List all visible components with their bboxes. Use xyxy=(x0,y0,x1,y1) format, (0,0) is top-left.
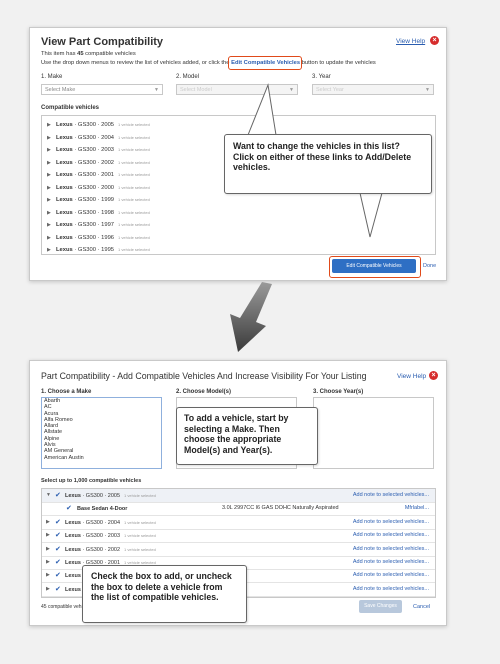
vehicle-row[interactable]: ▶ ✔ Lexus · GS300 · 2003 1 vehicle selected… xyxy=(42,529,435,544)
choose-model-label: 2. Choose Model(s) xyxy=(176,389,232,395)
expand-triangle-icon[interactable]: ▼ xyxy=(46,489,51,502)
checkbox-checked-icon[interactable]: ✔ xyxy=(66,502,72,515)
add-note-link[interactable]: Add note to selected vehicles... xyxy=(353,556,429,569)
add-note-link[interactable]: Add note to selected vehicles... xyxy=(353,583,429,596)
vehicle-subrow[interactable]: ✔ Base Sedan 4-Door 3.0L 2997CC l6 GAS DO… xyxy=(42,502,435,517)
expand-triangle-icon[interactable]: ▶ xyxy=(46,556,50,569)
checkbox-checked-icon[interactable]: ✔ xyxy=(55,543,61,556)
vehicle-make: Lexus xyxy=(65,546,81,553)
add-note-link[interactable]: Add note to selected vehicles... xyxy=(353,489,429,502)
expand-triangle-icon[interactable]: ▶ xyxy=(46,583,50,596)
vehicle-count-sub: 1 vehicle selected xyxy=(124,546,156,552)
add-note-link[interactable]: Add note to selected vehicles... xyxy=(353,569,429,582)
engine-spec: 3.0L 2997CC l6 GAS DOHC Naturally Aspira… xyxy=(222,505,339,512)
make-listbox[interactable]: Abarth AC Acura Alfa Romeo Allard Allstate Alp… xyxy=(41,397,162,469)
close-icon[interactable]: × xyxy=(429,371,438,380)
checkbox-checked-icon[interactable]: ✔ xyxy=(55,529,61,542)
checkbox-checked-icon[interactable]: ✔ xyxy=(55,569,61,582)
cancel-link[interactable]: Cancel xyxy=(413,604,430,610)
vehicle-model-year: · GS300 · 2003 xyxy=(82,533,121,540)
save-changes-button[interactable]: Save Changes xyxy=(359,600,402,613)
add-note-link[interactable]: Mfrlabel... xyxy=(405,502,429,515)
vehicle-make: Lexus xyxy=(65,573,81,580)
vehicle-row[interactable]: ▶ ✔ Lexus · GS300 · 2002 1 vehicle selected… xyxy=(42,543,435,557)
expand-triangle-icon[interactable]: ▶ xyxy=(46,529,50,542)
vehicle-count-sub: 1 vehicle selected xyxy=(124,493,156,498)
vehicle-model-year: · GS300 · 2005 xyxy=(82,493,121,499)
expand-triangle-icon[interactable]: ▶ xyxy=(46,516,50,529)
checkbox-checked-icon[interactable]: ✔ xyxy=(55,489,61,502)
make-option[interactable]: American Austin xyxy=(42,455,161,461)
callout-edit-vehicles: Want to change the vehicles in this list… xyxy=(224,134,432,194)
vehicle-row[interactable]: ▼ ✔ Lexus · GS300 · 2005 1 vehicle selected… xyxy=(42,489,435,503)
vehicle-make: Lexus xyxy=(65,586,81,593)
dialog-title: Part Compatibility - Add Compatible Vehi… xyxy=(41,371,367,381)
vehicle-make: Lexus xyxy=(65,533,81,540)
add-note-link[interactable]: Add note to selected vehicles... xyxy=(353,516,429,529)
vehicle-count-sub: 1 vehicle selected xyxy=(124,519,156,525)
callout-select-make: To add a vehicle, start by selecting a M… xyxy=(176,407,318,465)
add-note-link[interactable]: Add note to selected vehicles... xyxy=(353,529,429,542)
vehicle-make: Lexus xyxy=(65,493,81,499)
callout-check-box: Check the box to add, or uncheck the box… xyxy=(82,565,247,623)
checkbox-checked-icon[interactable]: ✔ xyxy=(55,556,61,569)
vehicle-model-year: · GS300 · 2004 xyxy=(82,519,121,526)
vehicle-row[interactable]: ▶ ✔ Lexus · GS300 · 2004 1 vehicle selected… xyxy=(42,516,435,530)
checkbox-checked-icon[interactable]: ✔ xyxy=(55,583,61,596)
view-help-link[interactable]: View Help xyxy=(397,373,426,380)
year-listbox[interactable] xyxy=(313,397,434,469)
expand-triangle-icon[interactable]: ▶ xyxy=(46,569,50,582)
checkbox-checked-icon[interactable]: ✔ xyxy=(55,516,61,529)
down-arrow-icon xyxy=(230,282,272,352)
vehicle-make: Lexus xyxy=(65,560,81,566)
choose-make-label: 1. Choose a Make xyxy=(41,389,92,395)
vehicle-make: Lexus xyxy=(65,519,81,526)
select-limit-title: Select up to 1,000 compatible vehicles xyxy=(41,478,142,484)
vehicle-make: Base Sedan 4-Door xyxy=(77,506,128,513)
add-note-link[interactable]: Add note to selected vehicles... xyxy=(353,543,429,556)
vehicle-count-sub: 1 vehicle selected xyxy=(124,533,156,539)
vehicle-model-year: · GS300 · 2002 xyxy=(82,546,121,553)
choose-year-label: 3. Choose Year(s) xyxy=(313,389,364,395)
expand-triangle-icon[interactable]: ▶ xyxy=(46,543,50,556)
